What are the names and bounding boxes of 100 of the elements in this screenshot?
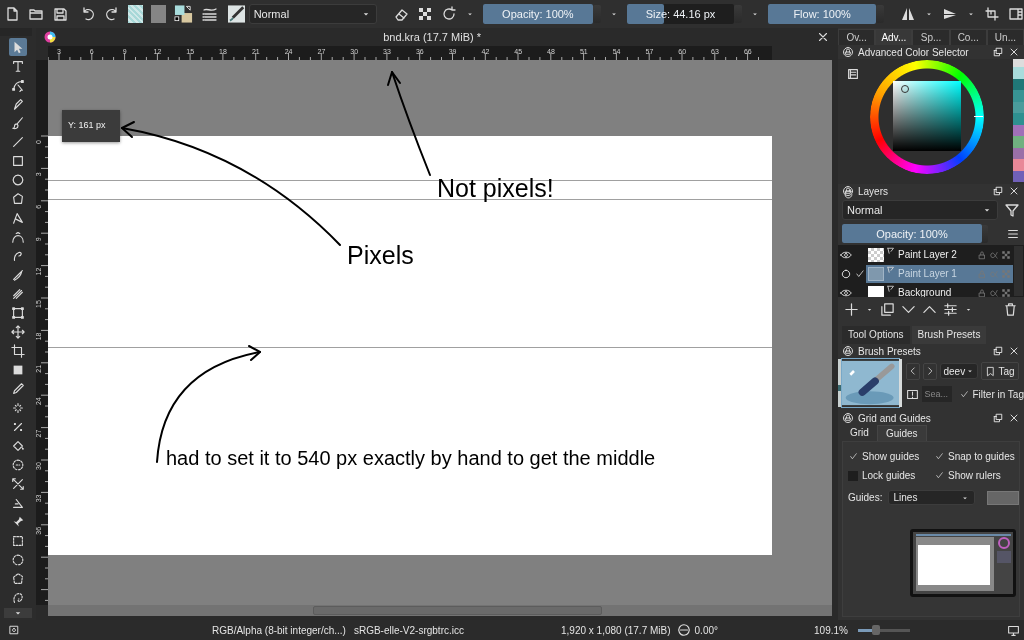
blend-mode-dropdown[interactable]: Normal — [248, 4, 377, 24]
save-icon[interactable] — [52, 6, 68, 22]
text-tool-icon — [11, 58, 25, 73]
docker-tab[interactable]: Sp... — [912, 29, 950, 45]
zoom-slider[interactable] — [857, 628, 910, 632]
brush-preset-thumbnail[interactable] — [841, 359, 899, 407]
redo-icon[interactable] — [104, 6, 120, 22]
guides-type-dropdown[interactable]: Lines — [888, 490, 976, 505]
document-tab[interactable]: bnd.kra (17.7 MiB) * — [383, 31, 481, 43]
lock-icon[interactable] — [842, 46, 854, 58]
checkerboard-icon[interactable] — [1001, 287, 1011, 297]
search-field[interactable]: Sea... — [922, 386, 953, 402]
gradient-swatch[interactable] — [128, 5, 144, 23]
color-swatch[interactable] — [1013, 113, 1024, 125]
scrollbar-thumb[interactable] — [313, 606, 602, 615]
lock-icon[interactable] — [842, 412, 854, 424]
brush-preset-icon[interactable] — [227, 5, 245, 23]
checkerboard-icon[interactable] — [1001, 268, 1011, 279]
filter-icon[interactable] — [1004, 202, 1020, 218]
tool-button[interactable] — [9, 304, 27, 322]
panel-menu-icon[interactable] — [846, 67, 860, 81]
color-swatch[interactable] — [1013, 159, 1024, 171]
color-swatch[interactable] — [1013, 101, 1024, 113]
monitor-icon[interactable] — [1007, 623, 1020, 637]
tag-dropdown[interactable]: deev — [940, 363, 979, 379]
close-icon[interactable] — [816, 30, 830, 44]
layer-row[interactable]: Paint Layer 2 — [866, 245, 1013, 264]
slider-thumb[interactable] — [872, 624, 881, 635]
tool-button[interactable] — [9, 342, 27, 360]
folder-icon[interactable] — [28, 6, 44, 22]
tag-button[interactable]: Tag — [981, 362, 1019, 380]
layer-thumbnail — [868, 266, 884, 281]
checkbox[interactable] — [959, 389, 970, 399]
duplicate-icon[interactable] — [880, 301, 895, 317]
color-swatch[interactable] — [1013, 78, 1024, 90]
docker-tab[interactable]: Tool Options — [842, 326, 910, 344]
tab[interactable]: Grid — [842, 425, 877, 441]
float-icon[interactable] — [992, 46, 1004, 58]
docker-tab[interactable]: Un... — [986, 29, 1024, 45]
undo-icon[interactable] — [80, 6, 96, 22]
color-swatch[interactable] — [1013, 147, 1024, 159]
docker-tab[interactable]: Co... — [949, 29, 987, 45]
wrap-around-icon[interactable] — [984, 6, 1000, 22]
check-icon — [855, 268, 865, 279]
brush-settings-icon[interactable] — [201, 6, 218, 22]
close-icon[interactable] — [1008, 345, 1020, 357]
color-swatch[interactable] — [1013, 136, 1024, 148]
sliders-icon[interactable] — [943, 301, 958, 317]
bookmark-icon — [985, 365, 997, 377]
tool-button[interactable] — [9, 323, 27, 341]
foreground-background-colors[interactable] — [174, 4, 194, 24]
color-swatch[interactable] — [1013, 90, 1024, 102]
color-swatch[interactable] — [1013, 67, 1024, 79]
close-icon[interactable] — [1008, 185, 1020, 197]
trash-icon[interactable] — [1003, 301, 1018, 317]
no-color-swatch[interactable] — [1013, 59, 1024, 67]
lock-icon[interactable] — [842, 345, 854, 357]
measure-icon — [11, 476, 25, 491]
docker-tab[interactable]: Adv... — [875, 29, 913, 45]
tool-button[interactable] — [9, 475, 27, 493]
checkerboard-icon[interactable] — [1001, 249, 1011, 260]
checkbox[interactable] — [934, 451, 944, 462]
docker-tab[interactable]: Brush Presets — [911, 326, 987, 344]
checkbox[interactable] — [848, 451, 858, 462]
close-icon[interactable] — [1008, 46, 1020, 58]
close-icon[interactable] — [1008, 412, 1020, 424]
blend-mode-dropdown[interactable]: Normal — [842, 200, 998, 220]
docker-tab[interactable]: Ov... — [838, 29, 876, 45]
status-icon[interactable] — [8, 624, 20, 636]
alpha-icon[interactable] — [989, 249, 999, 260]
checkerboard-icon[interactable] — [416, 6, 433, 22]
layer-opacity-slider[interactable]: Opacity: 100% — [842, 224, 982, 243]
flow-slider[interactable]: Flow: 100% — [767, 4, 877, 24]
mirror-vertical-icon[interactable] — [942, 6, 958, 22]
color-swatch[interactable] — [1013, 124, 1024, 136]
float-icon[interactable] — [992, 412, 1004, 424]
horizontal-scrollbar[interactable] — [48, 605, 832, 616]
spin-buttons[interactable] — [980, 224, 988, 243]
alpha-icon[interactable] — [989, 287, 999, 297]
float-icon[interactable] — [992, 345, 1004, 357]
rotation-icon[interactable] — [676, 623, 691, 637]
color-swatch[interactable] — [1013, 170, 1024, 182]
workspace-icon[interactable] — [1008, 6, 1024, 22]
previous-button[interactable] — [906, 362, 921, 380]
lock-icon[interactable] — [842, 185, 854, 197]
padlock-icon[interactable] — [977, 287, 987, 297]
padlock-icon[interactable] — [977, 249, 987, 260]
guide-color-button[interactable] — [987, 490, 1019, 505]
checkbox[interactable] — [934, 470, 944, 481]
overview-drawing[interactable] — [910, 529, 1016, 597]
next-button[interactable] — [923, 362, 938, 380]
opacity-slider[interactable]: Opacity: 100% — [482, 4, 594, 24]
float-icon[interactable] — [992, 185, 1004, 197]
new-document-icon[interactable] — [4, 6, 20, 22]
mirror-icon[interactable] — [900, 6, 916, 22]
alert-box-icon[interactable] — [906, 387, 920, 401]
tab[interactable]: Guides — [876, 425, 927, 441]
pattern-swatch[interactable] — [151, 5, 167, 23]
plus-icon[interactable] — [844, 301, 859, 317]
layer-scrollbar[interactable] — [1014, 246, 1023, 296]
